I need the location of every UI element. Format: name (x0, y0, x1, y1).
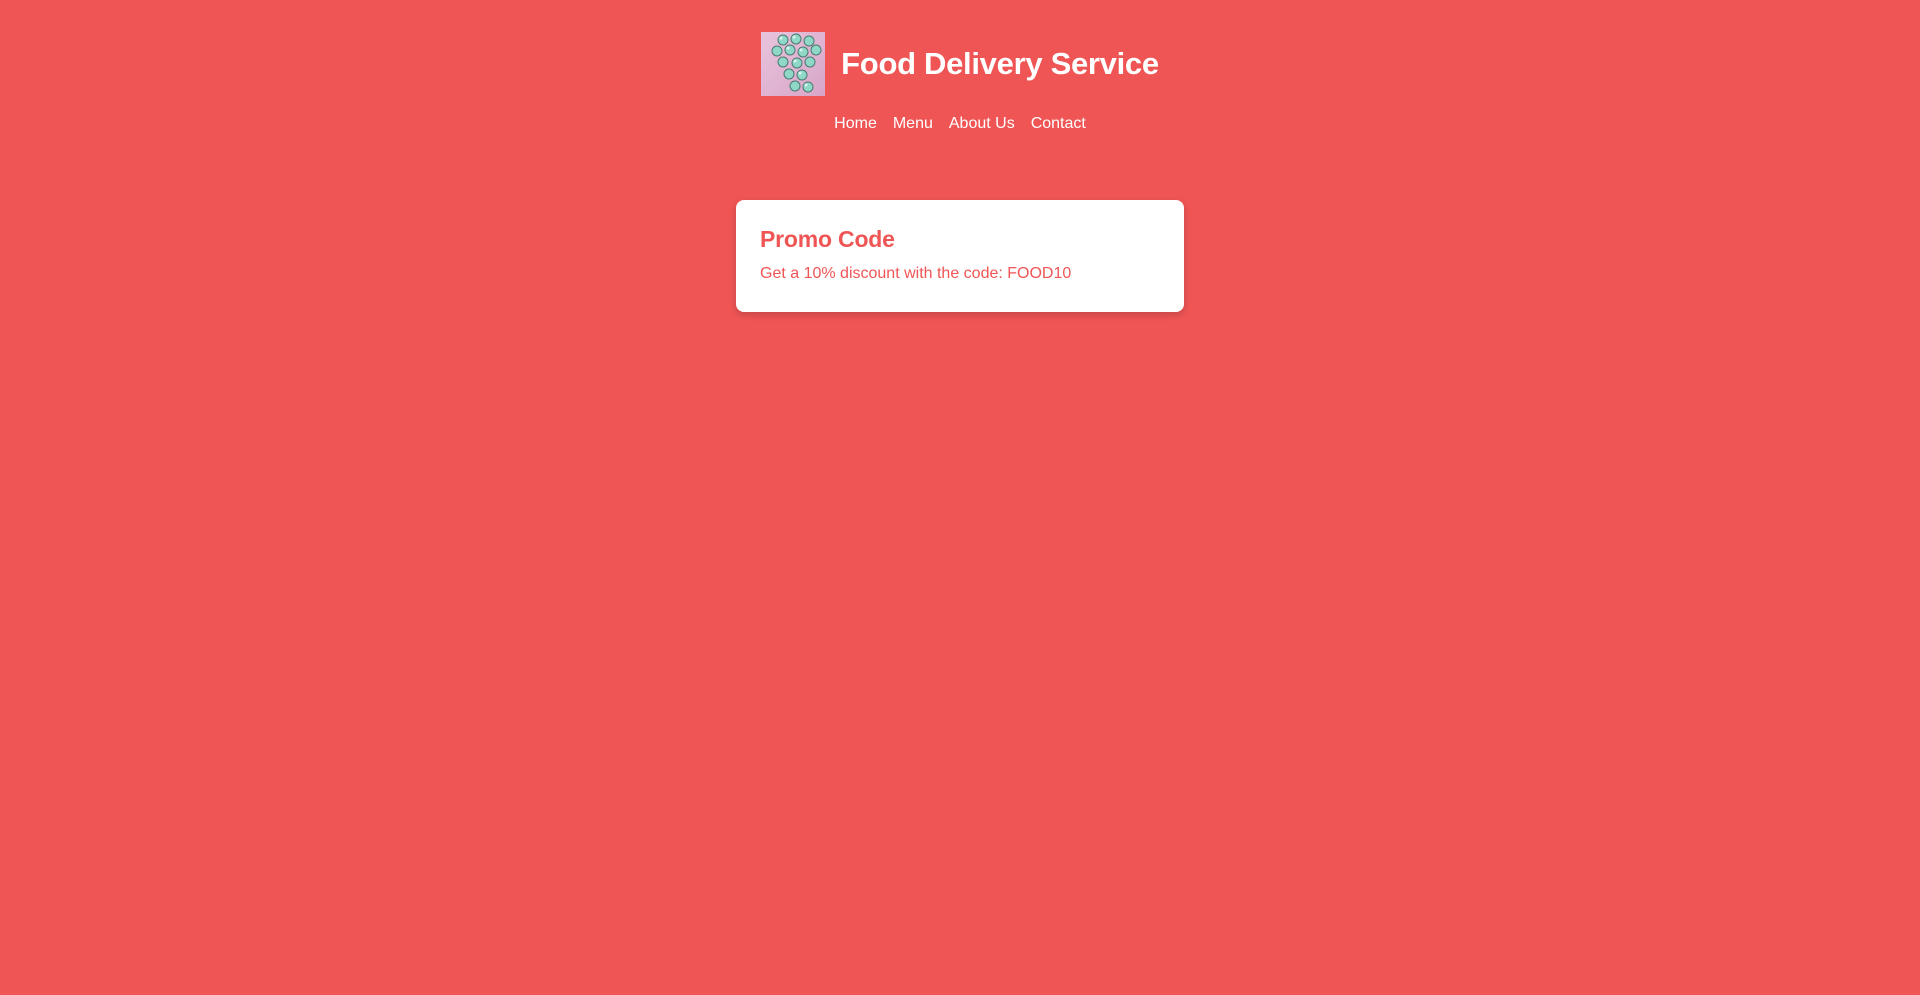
site-title: Food Delivery Service (841, 46, 1159, 81)
logo-image (761, 32, 826, 96)
page: Food Delivery Service Home Menu About Us… (0, 0, 1920, 995)
nav-link-home[interactable]: Home (834, 113, 877, 135)
main-nav: Home Menu About Us Contact (0, 113, 1920, 135)
nav-link-about-us[interactable]: About Us (949, 113, 1015, 135)
promo-text: Get a 10% discount with the code: FOOD10 (760, 265, 1072, 282)
nav-link-menu[interactable]: Menu (893, 113, 933, 135)
site-header: Food Delivery Service (0, 32, 1920, 96)
promo-code-card: Promo Code Get a 10% discount with the c… (736, 200, 1184, 312)
promo-title: Promo Code (760, 226, 895, 252)
nav-link-contact[interactable]: Contact (1031, 113, 1086, 135)
